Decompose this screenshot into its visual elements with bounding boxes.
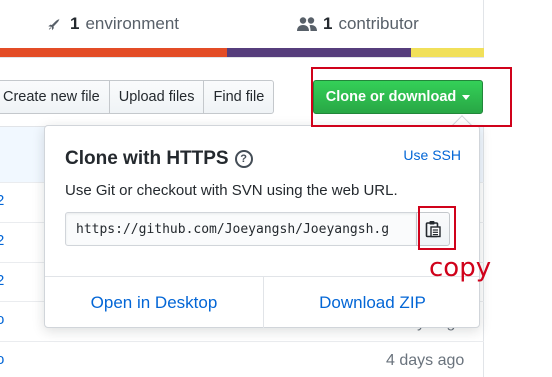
- find-file-button[interactable]: Find file: [203, 80, 275, 114]
- clone-description: Use Git or checkout with SVN using the w…: [65, 182, 398, 199]
- language-bar[interactable]: [0, 48, 484, 57]
- caret-down-icon: [462, 94, 471, 100]
- file-link[interactable]: o: [0, 311, 4, 328]
- repo-summary-stats: 1 environment 1 contributor: [0, 0, 484, 48]
- clipboard-icon: [425, 221, 441, 238]
- file-nav-button-group: Create new file Upload files Find file: [0, 80, 275, 114]
- language-bar-segment[interactable]: [411, 48, 484, 57]
- upload-files-button[interactable]: Upload files: [108, 80, 205, 114]
- file-link[interactable]: 2: [0, 272, 4, 289]
- contributors-stat[interactable]: 1 contributor: [297, 14, 419, 34]
- file-link[interactable]: o: [0, 351, 4, 368]
- commit-age: 4 days ago: [386, 352, 465, 369]
- copy-url-button[interactable]: [416, 212, 450, 246]
- environments-label: environment: [85, 14, 180, 33]
- use-ssh-link[interactable]: Use SSH: [403, 147, 461, 163]
- language-bar-segment[interactable]: [227, 48, 412, 57]
- open-in-desktop-button[interactable]: Open in Desktop: [45, 277, 263, 328]
- clone-popover: Clone with HTTPS ? Use SSH Use Git or ch…: [44, 125, 480, 328]
- file-link[interactable]: 2: [0, 232, 4, 249]
- create-new-file-button[interactable]: Create new file: [0, 80, 110, 114]
- annotation-copy-label: copy: [429, 253, 492, 283]
- clone-title-text: Clone with HTTPS: [65, 148, 229, 169]
- clone-or-download-label: Clone or download: [325, 89, 457, 105]
- question-icon[interactable]: ?: [234, 150, 253, 168]
- file-link[interactable]: 2: [0, 192, 4, 209]
- divider: [0, 57, 484, 58]
- environments-count: 1: [70, 14, 80, 33]
- rocket-icon: [48, 18, 60, 31]
- clone-url-group: [65, 212, 450, 246]
- environments-stat[interactable]: 1 environment: [46, 14, 179, 34]
- language-bar-segment[interactable]: [0, 48, 228, 57]
- contributors-label: contributor: [338, 14, 419, 33]
- row-divider: [0, 341, 484, 342]
- download-zip-button[interactable]: Download ZIP: [264, 277, 481, 328]
- people-icon: [297, 17, 317, 31]
- clone-popover-title: Clone with HTTPS ?: [65, 148, 253, 170]
- clone-or-download-button[interactable]: Clone or download: [313, 80, 483, 114]
- contributors-count: 1: [323, 14, 333, 33]
- clone-url-input[interactable]: [65, 212, 417, 246]
